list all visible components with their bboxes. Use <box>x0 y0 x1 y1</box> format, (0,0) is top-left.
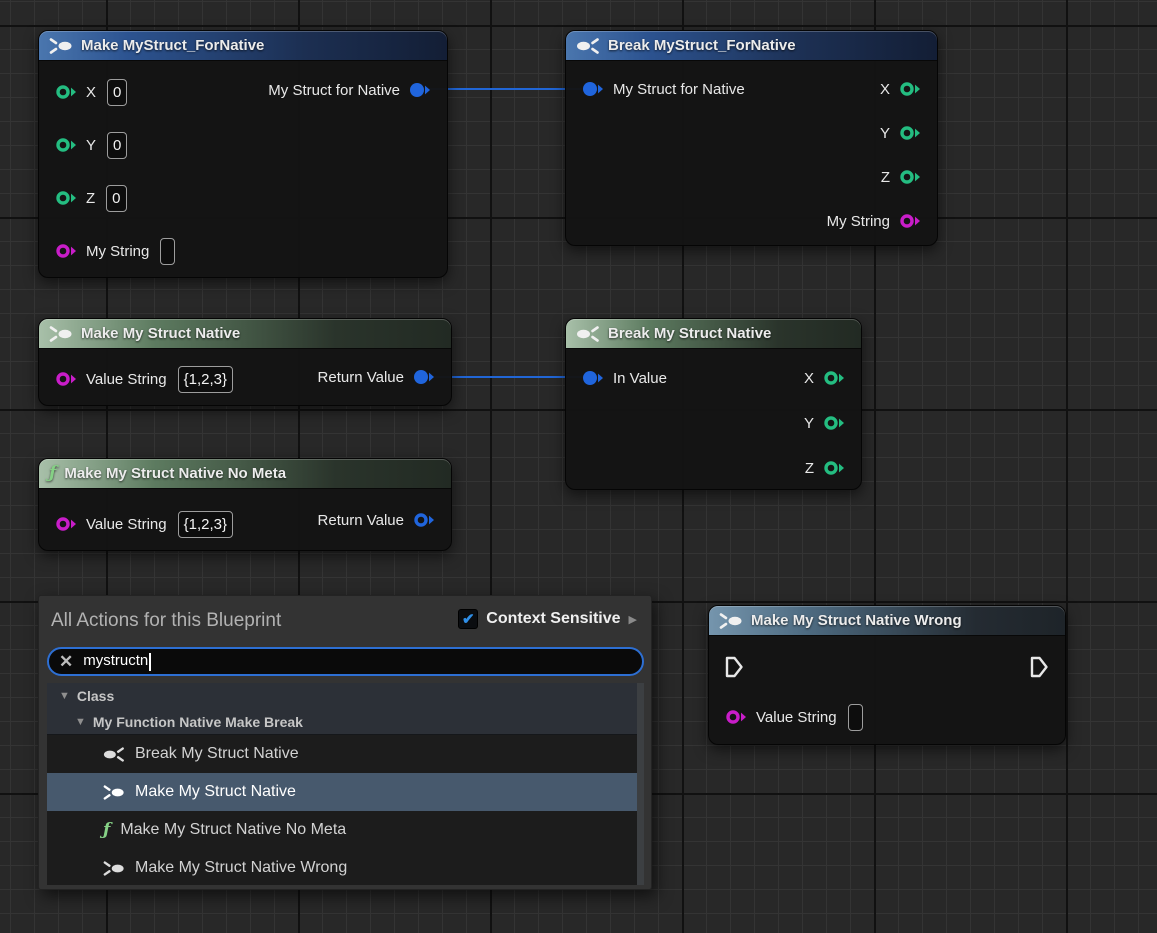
pin-input-value-string[interactable] <box>55 371 77 387</box>
break-struct-icon <box>576 38 600 54</box>
pin-label: Return Value <box>318 512 404 529</box>
pin-output-my-struct-for-native[interactable] <box>409 82 431 98</box>
pin-input-in-value[interactable] <box>582 370 604 386</box>
action-list[interactable]: ▼ Class ▼ My Function Native Make Break … <box>47 683 644 885</box>
node-title: Make My Struct Native <box>81 325 240 342</box>
node-make-my-struct-native-wrong[interactable]: Make My Struct Native Wrong Value String <box>708 605 1066 745</box>
pin-label: Value String <box>756 709 837 726</box>
node-make-mystruct-fornative[interactable]: Make MyStruct_ForNative X 0 Y 0 Z 0 My S… <box>38 30 448 278</box>
value-input-y[interactable]: 0 <box>107 132 127 159</box>
node-header[interactable]: Make MyStruct_ForNative <box>39 31 447 61</box>
context-sensitive-checkbox[interactable]: ✔ <box>458 609 478 629</box>
value-input-value-string[interactable]: {1,2,3} <box>178 511 233 538</box>
list-item-make-my-struct-native-no-meta[interactable]: ƒ Make My Struct Native No Meta <box>47 811 644 849</box>
pin-label: My String <box>827 213 890 230</box>
context-sensitive-label: Context Sensitive <box>486 610 620 628</box>
pin-label: Z <box>86 190 95 207</box>
chevron-down-icon[interactable]: ▼ <box>75 716 86 728</box>
node-title: Make MyStruct_ForNative <box>81 37 264 54</box>
node-break-my-struct-native[interactable]: Break My Struct Native In Value X Y Z <box>565 318 862 490</box>
pin-label: Value String <box>86 371 167 388</box>
make-struct-icon <box>103 785 125 800</box>
pin-output-y[interactable] <box>899 125 921 141</box>
function-icon: ƒ <box>49 465 56 482</box>
pin-input-y[interactable] <box>55 137 77 153</box>
pin-label: In Value <box>613 370 667 387</box>
node-break-mystruct-fornative[interactable]: Break MyStruct_ForNative My Struct for N… <box>565 30 938 246</box>
node-title: Break My Struct Native <box>608 325 771 342</box>
pin-label: Return Value <box>318 369 404 386</box>
value-input-x[interactable]: 0 <box>107 79 127 106</box>
value-input-value-string[interactable]: {1,2,3} <box>178 366 233 393</box>
pin-label: My String <box>86 243 149 260</box>
list-item-make-my-struct-native[interactable]: Make My Struct Native <box>47 773 644 811</box>
pin-input-z[interactable] <box>55 190 77 206</box>
node-header[interactable]: Make My Struct Native Wrong <box>709 606 1065 636</box>
pin-input-value-string[interactable] <box>725 709 747 725</box>
pin-label: Y <box>804 415 814 432</box>
value-input-value-string[interactable] <box>848 704 863 731</box>
pin-label: Z <box>805 460 814 477</box>
scrollbar[interactable] <box>637 683 644 885</box>
list-item-break-my-struct-native[interactable]: Break My Struct Native <box>47 735 644 773</box>
value-input-my-string[interactable] <box>160 238 175 265</box>
category-my-function-native-make-break[interactable]: ▼ My Function Native Make Break <box>47 709 644 735</box>
pin-output-z[interactable] <box>899 169 921 185</box>
pin-label: My Struct for Native <box>268 82 400 99</box>
function-icon: ƒ <box>103 822 110 839</box>
pin-output-y[interactable] <box>823 415 845 431</box>
pin-output-z[interactable] <box>823 460 845 476</box>
node-title: Make My Struct Native Wrong <box>751 612 962 629</box>
category-class[interactable]: ▼ Class <box>47 683 644 709</box>
node-header[interactable]: ƒ Make My Struct Native No Meta <box>39 459 451 489</box>
make-struct-icon <box>719 613 743 629</box>
pin-output-x[interactable] <box>823 370 845 386</box>
node-header[interactable]: Break MyStruct_ForNative <box>566 31 937 61</box>
node-make-my-struct-native[interactable]: Make My Struct Native Value String {1,2,… <box>38 318 452 406</box>
text-caret <box>149 653 151 671</box>
menu-title: All Actions for this Blueprint <box>51 610 281 632</box>
clear-search-icon[interactable]: ✕ <box>59 653 73 670</box>
pin-label: X <box>86 84 96 101</box>
exec-in-pin[interactable] <box>725 656 744 678</box>
value-input-z[interactable]: 0 <box>106 185 126 212</box>
pin-label: Z <box>881 169 890 186</box>
pin-label: X <box>880 81 890 98</box>
search-query-text: mystructn <box>83 652 148 669</box>
action-search-input[interactable]: ✕ mystructn <box>47 647 644 676</box>
pin-input-my-struct-for-native[interactable] <box>582 81 604 97</box>
context-sensitive-expand-icon[interactable]: ▶ <box>629 613 637 626</box>
node-header[interactable]: Make My Struct Native <box>39 319 451 349</box>
pin-label: X <box>804 370 814 387</box>
node-title: Make My Struct Native No Meta <box>64 465 286 482</box>
make-struct-icon <box>49 38 73 54</box>
blueprint-graph-canvas[interactable]: Make MyStruct_ForNative X 0 Y 0 Z 0 My S… <box>0 0 1157 933</box>
break-struct-icon <box>103 747 125 762</box>
node-header[interactable]: Break My Struct Native <box>566 319 861 349</box>
make-struct-icon <box>103 861 125 876</box>
node-title: Break MyStruct_ForNative <box>608 37 796 54</box>
pin-output-return-value[interactable] <box>413 512 435 528</box>
pin-label: Value String <box>86 516 167 533</box>
pin-label: Y <box>880 125 890 142</box>
pin-label: My Struct for Native <box>613 81 745 98</box>
make-struct-icon <box>49 326 73 342</box>
list-item-make-my-struct-native-wrong[interactable]: Make My Struct Native Wrong <box>47 849 644 885</box>
pin-input-value-string[interactable] <box>55 516 77 532</box>
pin-input-my-string[interactable] <box>55 243 77 259</box>
pin-output-x[interactable] <box>899 81 921 97</box>
exec-out-pin[interactable] <box>1030 656 1049 678</box>
pin-label: Y <box>86 137 96 154</box>
blueprint-actions-menu: All Actions for this Blueprint ✔ Context… <box>38 595 652 890</box>
pin-output-my-string[interactable] <box>899 213 921 229</box>
break-struct-icon <box>576 326 600 342</box>
pin-output-return-value[interactable] <box>413 369 435 385</box>
pin-input-x[interactable] <box>55 84 77 100</box>
node-make-my-struct-native-no-meta[interactable]: ƒ Make My Struct Native No Meta Value St… <box>38 458 452 551</box>
chevron-down-icon[interactable]: ▼ <box>59 690 70 702</box>
